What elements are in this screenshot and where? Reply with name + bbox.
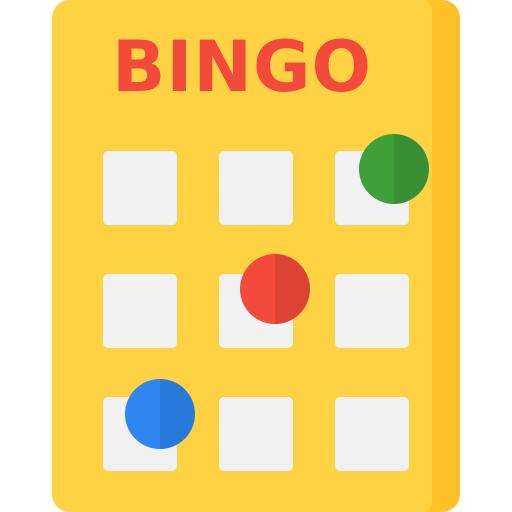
grid-cell-r1c1 xyxy=(103,151,177,225)
bingo-grid xyxy=(0,0,512,512)
grid-cell-r3c3 xyxy=(335,397,409,471)
grid-cell-r3c2 xyxy=(219,397,293,471)
grid-cell-r1c2 xyxy=(219,151,293,225)
red-marker-ball xyxy=(240,254,310,324)
grid-cell-r2c3 xyxy=(335,274,409,348)
blue-marker-ball xyxy=(125,379,195,449)
bingo-card-icon: BINGO xyxy=(0,0,512,512)
grid-cell-r2c1 xyxy=(103,274,177,348)
green-marker-ball xyxy=(359,134,429,204)
